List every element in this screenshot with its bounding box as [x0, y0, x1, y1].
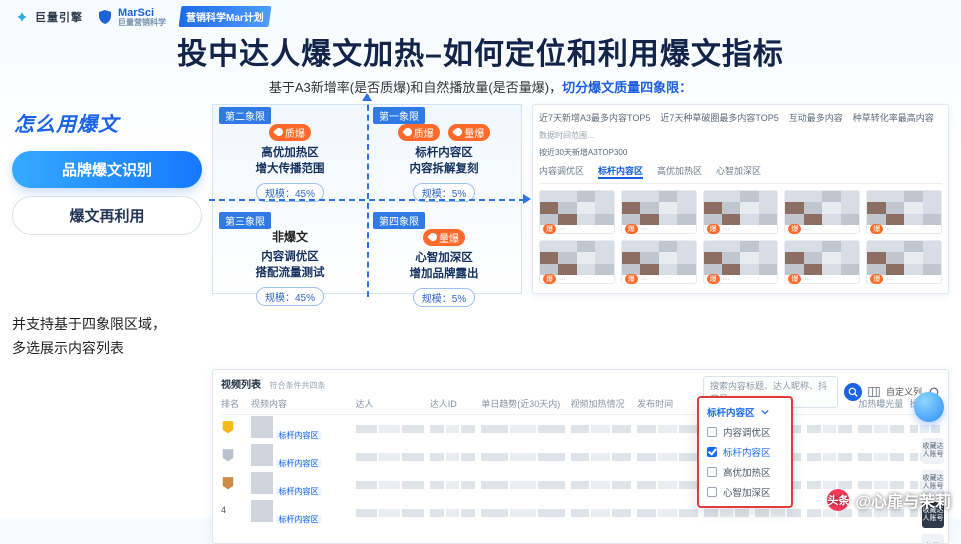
q2-label: 第二象限 [219, 107, 271, 124]
fire-icon: 质爆 [398, 124, 440, 141]
shot1-tab[interactable]: 标杆内容区 [598, 164, 643, 179]
columns-icon[interactable] [868, 386, 880, 398]
quadrant-chart: 第二象限 质爆 高优加热区增大传播范围 规模：45% 第一象限 质爆 量爆 标杆… [212, 104, 522, 361]
table-title: 视频列表 [221, 380, 261, 391]
content-card[interactable]: 爆··· [703, 190, 779, 234]
toutiao-icon: 头条 [827, 489, 849, 511]
tab-hot-reuse[interactable]: 爆文再利用 [12, 196, 202, 235]
table-row[interactable]: 标杆内容区 [221, 443, 940, 471]
content-card[interactable]: 爆··· [539, 240, 615, 284]
quadrant-q2: 第二象限 质爆 高优加热区增大传播范围 规模：45% [213, 105, 367, 210]
card-grid: 爆···爆···爆···爆···爆··· [539, 240, 942, 284]
shot1-header: 近7天新增A3最多内容TOP5近7天种草破圈最多内容TOP5 互动最多内容种草转… [539, 111, 942, 124]
dropdown-option[interactable]: 内容调优区 [699, 422, 791, 442]
axis-arrow-right-icon [523, 194, 531, 204]
content-card[interactable]: 爆··· [621, 240, 697, 284]
shot1-tab[interactable]: 内容调优区 [539, 164, 584, 179]
dropdown-option[interactable]: 高优加热区 [699, 462, 791, 482]
q3-label: 第三象限 [219, 212, 271, 229]
q1-scale: 规模：5% [413, 183, 475, 202]
subtitle: 基于A3新增率(是否质爆)和自然播放量(是否量爆)，切分爆文质量四象限： [0, 77, 961, 96]
dropdown-option[interactable]: 心智加深区 [699, 482, 791, 502]
axis-arrow-up-icon [362, 93, 372, 101]
content-card[interactable]: 爆··· [621, 190, 697, 234]
top-screenshot-panel: 近7天新增A3最多内容TOP5近7天种草破圈最多内容TOP5 互动最多内容种草转… [532, 104, 949, 294]
custom-columns[interactable]: 自定义列 [886, 385, 922, 398]
side-action[interactable]: 加热 [922, 534, 944, 544]
zone-dropdown[interactable]: 标杆内容区 内容调优区 标杆内容区 高优加热区 心智加深区 [697, 396, 793, 508]
left-description: 并支持基于四象限区域， 多选展示内容列表 [12, 313, 202, 361]
content-card[interactable]: 爆··· [703, 240, 779, 284]
q4-label: 第四象限 [373, 212, 425, 229]
shot1-tabs: 内容调优区 标杆内容区 高优加热区 心智加深区 [539, 164, 942, 184]
watermark: 头条 @心扉与茉莉 [827, 488, 951, 512]
fire-icon: 质爆 [269, 124, 311, 141]
fire-icon: 量爆 [448, 124, 490, 141]
content-card[interactable]: 爆··· [866, 190, 942, 234]
dropdown-current[interactable]: 标杆内容区 [699, 402, 791, 422]
content-card[interactable]: 爆··· [866, 240, 942, 284]
brand-juliang: 巨量引擎 [14, 9, 83, 25]
brand-row: 巨量引擎 MarSci巨量营销科学 营销科学Mar计划 [0, 0, 961, 27]
tab-brand-hot-detect[interactable]: 品牌爆文识别 [12, 151, 202, 188]
bottom-table-panel: 视频列表 符合条件共四条 搜索内容标题、达人昵称、抖音号 自定义列 标杆内容区 … [212, 369, 949, 544]
assistant-bubble-icon[interactable] [914, 392, 944, 422]
q4-scale: 规模：5% [413, 288, 475, 307]
quadrant-q4: 第四象限 量爆 心智加深区增加品牌露出 规模：5% [367, 210, 521, 315]
howto-heading: 怎么用爆文 [12, 104, 202, 143]
q1-label: 第一象限 [373, 107, 425, 124]
dropdown-option[interactable]: 标杆内容区 [699, 442, 791, 462]
shot1-tab[interactable]: 心智加深区 [716, 164, 761, 179]
chevron-down-icon [761, 408, 769, 416]
spark-icon [14, 9, 30, 25]
search-icon[interactable] [844, 383, 862, 401]
shield-icon [97, 9, 113, 25]
card-grid: 爆···爆···爆···爆···爆··· [539, 190, 942, 234]
left-column: 怎么用爆文 品牌爆文识别 爆文再利用 并支持基于四象限区域， 多选展示内容列表 [12, 104, 202, 361]
brand-marsci: MarSci巨量营销科学 [97, 7, 166, 27]
content-card[interactable]: 爆··· [784, 240, 860, 284]
side-action[interactable]: 收藏达人账号 [922, 438, 944, 464]
quadrant-q1: 第一象限 质爆 量爆 标杆内容区内容拆解复刻 规模：5% [367, 105, 521, 210]
fire-icon: 量爆 [423, 229, 465, 246]
shot1-tab[interactable]: 高优加热区 [657, 164, 702, 179]
q3-scale: 规模：45% [256, 287, 324, 306]
page-title: 投中达人爆文加热–如何定位和利用爆文指标 [0, 29, 961, 73]
content-card[interactable]: 爆··· [539, 190, 615, 234]
table-row[interactable]: 标杆内容区 [221, 415, 940, 443]
brand-plan-badge: 营销科学Mar计划 [179, 6, 272, 27]
not-hot-label: 非爆文 [219, 228, 361, 245]
content-card[interactable]: 爆··· [784, 190, 860, 234]
q2-scale: 规模：45% [256, 183, 324, 202]
quadrant-q3: 第三象限 非爆文 内容调优区搭配流量测试 规模：45% [213, 210, 367, 315]
